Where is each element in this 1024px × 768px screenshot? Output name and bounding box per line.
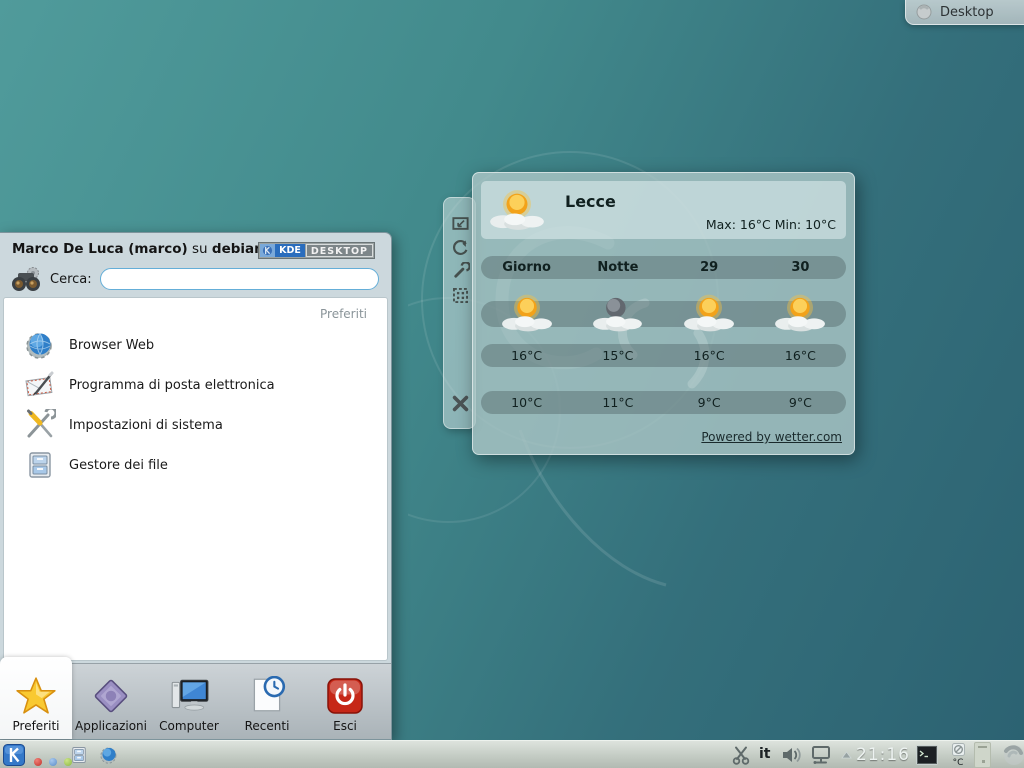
kde-logo-icon [260,244,275,257]
moon-cloud-icon [592,293,644,333]
weather-header: Lecce Max: 16°C Min: 10°C [481,181,846,239]
low-temp: 10°C [481,395,572,410]
low-temp: 9°C [755,395,846,410]
desktop-toolbox-label: Desktop [940,5,994,20]
star-icon [15,676,57,716]
configure-wrench-icon[interactable] [451,262,470,281]
no-data-icon [952,743,965,756]
weather-widget: Lecce Max: 16°C Min: 10°C Giorno Notte 2… [472,172,855,455]
close-icon[interactable] [451,394,470,413]
column-night: Notte [572,260,663,275]
kmenu-launcher-icon[interactable] [3,744,25,766]
tab-computer[interactable]: Computer [150,664,228,739]
badge-desktop-label: DESKTOP [306,244,373,257]
search-binoculars-icon [10,265,42,293]
klipper-scissors-icon[interactable] [731,745,751,765]
panel-cashew-icon[interactable] [1000,743,1024,767]
weather-tray-icon[interactable]: °C [947,743,969,768]
weather-high-temps: 16°C 15°C 16°C 16°C [481,344,846,367]
user-name: Marco De Luca (marco) [12,241,188,257]
blue-dot-icon [49,758,57,766]
host-name: debian [212,241,264,257]
menu-item-label: Browser Web [69,338,154,353]
search-label: Cerca: [50,272,92,287]
sun-cloud-icon [489,188,545,232]
badge-kde-label: KDE [275,244,305,257]
favorites-section-label: Preferiti [4,298,387,325]
terminal-icon[interactable] [915,744,939,766]
column-day-30: 30 [755,260,846,275]
menu-item-browser-web[interactable]: Browser Web [4,325,387,365]
kickoff-menu: Marco De Luca (marco) su debian KDE DESK… [0,232,392,740]
tab-recenti[interactable]: Recenti [228,664,306,739]
high-temp: 15°C [572,348,663,363]
weather-low-temps: 10°C 11°C 9°C 9°C [481,391,846,414]
column-day-29: 29 [664,260,755,275]
tab-esci[interactable]: Esci [306,664,384,739]
resize-icon[interactable] [451,214,470,233]
bottom-panel: it 21:16 °C [0,740,1024,768]
cashew-icon [916,4,932,20]
menu-item-label: Programma di posta elettronica [69,378,275,393]
weather-city: Lecce [565,192,616,211]
menu-item-email[interactable]: Programma di posta elettronica [4,365,387,405]
tab-label: Computer [159,719,219,733]
wetter-com-link[interactable]: Powered by wetter.com [701,430,842,444]
kickoff-tab-bar: Preferiti Applicazioni [0,663,391,739]
sun-cloud-icon [774,293,826,333]
tab-label: Recenti [245,719,290,733]
high-temp: 16°C [481,348,572,363]
menu-item-file-manager[interactable]: Gestore dei file [4,445,387,485]
tab-preferiti[interactable]: Preferiti [0,657,72,739]
column-day: Giorno [481,260,572,275]
favorites-list: Preferiti Browser Web [3,297,388,661]
search-input[interactable] [100,268,379,290]
weather-icon-row [481,285,846,333]
weather-tray-label: °C [947,759,969,768]
red-dot-icon [34,758,42,766]
computer-icon [168,676,210,716]
weather-column-headers: Giorno Notte 29 30 [481,256,846,279]
panel-vertical-widget[interactable] [974,742,991,768]
recent-documents-icon [246,676,288,716]
email-icon [24,369,56,401]
user-separator: su [188,241,212,257]
konqueror-globe-icon [24,329,56,361]
tray-expander-icon[interactable] [841,751,852,759]
file-manager-panel-icon[interactable] [69,745,89,765]
system-settings-icon [24,409,56,441]
digital-clock[interactable]: 21:16 [856,745,910,765]
konqueror-panel-icon[interactable] [99,745,119,765]
menu-item-label: Gestore dei file [69,458,168,473]
kde-desktop-badge: KDE DESKTOP [258,242,375,259]
keyboard-layout-indicator[interactable]: it [759,746,771,762]
tab-applicazioni[interactable]: Applicazioni [72,664,150,739]
applications-icon [90,676,132,716]
volume-icon[interactable] [781,745,805,765]
high-temp: 16°C [755,348,846,363]
network-monitor-icon[interactable] [810,745,832,765]
menu-item-label: Impostazioni di sistema [69,418,223,433]
desktop-background: Desktop Lecce Max: 1 [0,0,1024,768]
high-temp: 16°C [664,348,755,363]
desktop-toolbox-button[interactable]: Desktop [905,0,1024,25]
low-temp: 11°C [572,395,663,410]
low-temp: 9°C [664,395,755,410]
menu-item-system-settings[interactable]: Impostazioni di sistema [4,405,387,445]
power-icon [325,676,365,716]
maximize-icon[interactable] [451,286,470,305]
tab-label: Esci [333,719,357,733]
weather-minmax: Max: 16°C Min: 10°C [706,217,836,232]
rotate-icon[interactable] [451,238,470,257]
tab-label: Preferiti [13,719,60,733]
file-manager-icon [24,449,56,481]
sun-cloud-icon [501,293,553,333]
tab-label: Applicazioni [75,719,147,733]
sun-cloud-icon [683,293,735,333]
